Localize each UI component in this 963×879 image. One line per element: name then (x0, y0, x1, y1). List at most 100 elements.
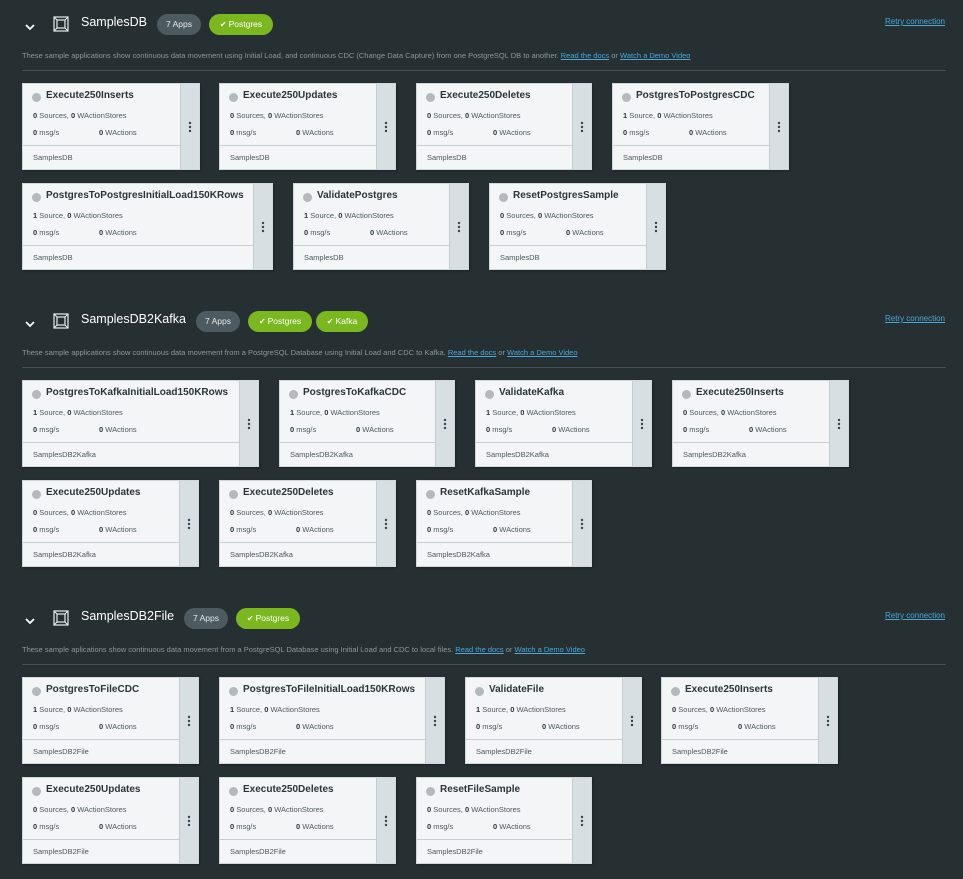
app-throughput: 0 msg/s 0 WActions (427, 128, 531, 137)
chevron-down-icon[interactable] (24, 20, 36, 32)
apps-count-badge[interactable]: 7 Apps (157, 14, 201, 35)
apps-count-badge[interactable]: 7 Apps (196, 311, 240, 332)
demo-video-link[interactable]: Watch a Demo Video (515, 645, 585, 654)
app-name[interactable]: PostgresToKafkaInitialLoad150KRows (46, 387, 228, 398)
app-menu-button[interactable] (632, 381, 651, 466)
app-card[interactable]: PostgresToKafkaCDC 1 Source, 0 WActionSto… (279, 380, 455, 467)
tag-kafka[interactable]: ✔ Kafka (316, 311, 368, 332)
app-card[interactable]: Execute250Updates 0 Sources, 0 WActionSto… (22, 480, 199, 567)
app-name[interactable]: Execute250Inserts (46, 90, 134, 101)
app-menu-button[interactable] (376, 84, 395, 169)
app-menu-button[interactable] (818, 678, 837, 763)
app-menu-button[interactable] (769, 84, 788, 169)
chevron-down-icon[interactable] (24, 317, 36, 329)
app-menu-button[interactable] (253, 184, 272, 269)
app-card[interactable]: ResetPostgresSample 0 Sources, 0 WActionS… (489, 183, 666, 270)
app-menu-button[interactable] (622, 678, 641, 763)
app-card[interactable]: ResetKafkaSample 0 Sources, 0 WActionStor… (416, 480, 592, 567)
apps-count-badge[interactable]: 7 Apps (184, 608, 228, 629)
wactions-label: WActions (558, 425, 590, 434)
read-docs-link[interactable]: Read the docs (561, 51, 609, 60)
app-name[interactable]: Execute250Deletes (440, 90, 531, 101)
app-menu-button[interactable] (572, 778, 591, 863)
app-throughput: 0 msg/s 0 WActions (427, 525, 531, 534)
tag-postgres[interactable]: ✔ Postgres (248, 311, 312, 332)
app-card[interactable]: ValidateFile 1 Source, 0 WActionStores 0 m… (465, 677, 642, 764)
app-menu-button[interactable] (572, 481, 591, 566)
app-name[interactable]: ResetPostgresSample (513, 190, 619, 201)
app-menu-button[interactable] (239, 381, 258, 466)
group-title: SamplesDB (81, 15, 147, 29)
app-name[interactable]: Execute250Updates (243, 90, 338, 101)
app-menu-button[interactable] (425, 678, 444, 763)
app-card[interactable]: PostgresToFileInitialLoad150KRows 1 Sourc… (219, 677, 445, 764)
app-name[interactable]: Execute250Deletes (243, 487, 334, 498)
app-menu-button[interactable] (376, 778, 395, 863)
app-card[interactable]: PostgresToKafkaInitialLoad150KRows 1 Sour… (22, 380, 259, 467)
app-name[interactable]: ValidateFile (489, 684, 544, 695)
demo-video-link[interactable]: Watch a Demo Video (507, 348, 577, 357)
app-name[interactable]: PostgresToFileCDC (46, 684, 139, 695)
stores-label: WActionStores (716, 705, 766, 714)
retry-connection-link[interactable]: Retry connection (885, 611, 945, 620)
app-card[interactable]: Execute250Updates 0 Sources, 0 WActionSto… (22, 777, 199, 864)
stores-count: 0 (67, 408, 72, 417)
app-card[interactable]: PostgresToPostgresInitialLoad150KRows 1 S… (22, 183, 273, 270)
app-menu-button[interactable] (435, 381, 454, 466)
app-menu-button[interactable] (179, 678, 198, 763)
app-name[interactable]: Execute250Updates (46, 784, 141, 795)
app-menu-button[interactable] (449, 184, 468, 269)
app-name[interactable]: PostgresToFileInitialLoad150KRows (243, 684, 415, 695)
tag-postgres[interactable]: ✔ Postgres (236, 608, 300, 629)
app-menu-button[interactable] (646, 184, 665, 269)
app-throughput: 0 msg/s 0 WActions (304, 228, 408, 237)
app-name[interactable]: ValidatePostgres (317, 190, 398, 201)
app-name[interactable]: Execute250Inserts (685, 684, 773, 695)
app-card[interactable]: ValidateKafka 1 Source, 0 WActionStores 0 … (475, 380, 652, 467)
app-menu-button[interactable] (180, 84, 199, 169)
app-menu-button[interactable] (572, 84, 591, 169)
app-card[interactable]: Execute250Updates 0 Sources, 0 WActionSto… (219, 83, 396, 170)
status-dot-icon (303, 193, 312, 202)
sources-count: 1 (476, 705, 481, 714)
read-docs-link[interactable]: Read the docs (455, 645, 503, 654)
chevron-down-icon[interactable] (24, 614, 36, 626)
app-card[interactable]: Execute250Inserts 0 Sources, 0 WActionSto… (661, 677, 838, 764)
app-menu-button[interactable] (376, 481, 395, 566)
status-dot-icon (32, 390, 41, 399)
app-name[interactable]: ResetKafkaSample (440, 487, 530, 498)
read-docs-link[interactable]: Read the docs (448, 348, 496, 357)
app-card[interactable]: ValidatePostgres 1 Source, 0 WActionStore… (293, 183, 469, 270)
retry-connection-link[interactable]: Retry connection (885, 314, 945, 323)
app-name[interactable]: ResetFileSample (440, 784, 520, 795)
app-name[interactable]: Execute250Deletes (243, 784, 334, 795)
app-card[interactable]: Execute250Inserts 0 Sources, 0 WActionSto… (672, 380, 849, 467)
app-card[interactable]: PostgresToPostgresCDC 1 Source, 0 WAction… (612, 83, 789, 170)
tag-label: Postgres (255, 613, 290, 623)
app-card[interactable]: Execute250Deletes 0 Sources, 0 WActionSto… (219, 480, 396, 567)
app-name[interactable]: Execute250Updates (46, 487, 141, 498)
sources-label: Sources, (433, 111, 463, 120)
app-card[interactable]: ResetFileSample 0 Sources, 0 WActionStore… (416, 777, 592, 864)
app-menu-button[interactable] (179, 778, 198, 863)
retry-connection-link[interactable]: Retry connection (885, 17, 945, 26)
app-name[interactable]: PostgresToPostgresCDC (636, 90, 755, 101)
app-menu-button[interactable] (179, 481, 198, 566)
app-name[interactable]: Execute250Inserts (696, 387, 784, 398)
app-card[interactable]: PostgresToFileCDC 1 Source, 0 WActionStor… (22, 677, 199, 764)
app-menu-button[interactable] (829, 381, 848, 466)
app-card-body: Execute250Updates 0 Sources, 0 WActionSto… (23, 481, 179, 566)
sources-label: Sources, (39, 805, 69, 814)
demo-video-link[interactable]: Watch a Demo Video (620, 51, 690, 60)
app-name[interactable]: PostgresToPostgresInitialLoad150KRows (46, 190, 244, 201)
stores-label: WActionStores (73, 211, 123, 220)
app-card[interactable]: Execute250Deletes 0 Sources, 0 WActionSto… (219, 777, 396, 864)
app-name[interactable]: PostgresToKafkaCDC (303, 387, 406, 398)
app-name[interactable]: ValidateKafka (499, 387, 564, 398)
app-card-body: PostgresToFileInitialLoad150KRows 1 Sourc… (220, 678, 425, 763)
namespace-icon (53, 610, 69, 626)
tag-postgres[interactable]: ✔ Postgres (209, 14, 273, 35)
app-card[interactable]: Execute250Deletes 0 Sources, 0 WActionSto… (416, 83, 592, 170)
app-card[interactable]: Execute250Inserts 0 Sources, 0 WActionSto… (22, 83, 200, 170)
card-divider (466, 739, 622, 740)
